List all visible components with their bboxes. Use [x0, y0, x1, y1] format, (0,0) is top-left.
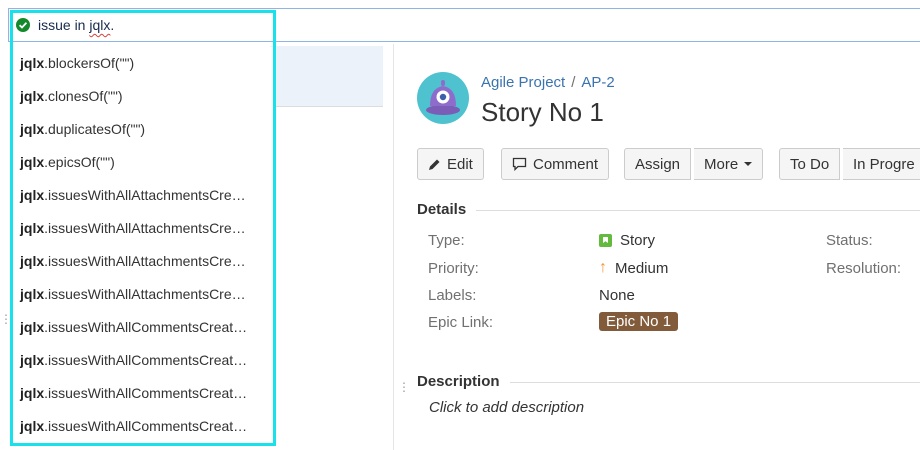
story-icon: [599, 234, 612, 247]
breadcrumb-separator: /: [571, 74, 576, 91]
arrow-up-icon: ↑: [599, 259, 607, 276]
selected-list-row[interactable]: [270, 46, 383, 106]
suggestion-item[interactable]: jqlx.issuesWithAllCommentsCreat…: [13, 377, 273, 410]
priority-value[interactable]: ↑ Medium: [599, 259, 668, 277]
epic-badge[interactable]: Epic No 1: [599, 312, 679, 331]
suggestion-prefix: jqlx: [20, 286, 45, 302]
query-word: jqlx: [89, 17, 111, 33]
description-placeholder[interactable]: Click to add description: [429, 399, 584, 416]
suggestion-prefix: jqlx: [20, 121, 45, 137]
panel-divider: [393, 44, 394, 450]
suggestion-rest: .blockersOf(""): [44, 55, 135, 71]
jql-query-text[interactable]: issue in jqlx .: [14, 14, 114, 36]
pencil-icon: [429, 159, 440, 170]
suggestion-rest: .issuesWithAllAttachmentsCre…: [44, 220, 246, 236]
suggestion-item[interactable]: jqlx.issuesWithAllAttachmentsCre…: [13, 278, 273, 311]
labels-label: Labels:: [428, 287, 477, 304]
todo-button[interactable]: To Do: [779, 148, 841, 180]
suggestion-prefix: jqlx: [20, 418, 45, 434]
suggestion-item[interactable]: jqlx.issuesWithAllCommentsCreat…: [13, 311, 273, 344]
suggestion-rest: .issuesWithAllCommentsCreat…: [44, 385, 248, 401]
suggestion-item[interactable]: jqlx.issuesWithAllAttachmentsCre…: [13, 179, 273, 212]
status-label: Status:: [826, 232, 873, 249]
suggestion-prefix: jqlx: [20, 154, 45, 170]
resolution-label: Resolution:: [826, 260, 902, 277]
priority-label: Priority:: [428, 260, 479, 277]
project-avatar[interactable]: [417, 72, 469, 124]
jql-search-input[interactable]: [8, 8, 920, 42]
suggestion-item[interactable]: jqlx.issuesWithAllAttachmentsCre…: [13, 245, 273, 278]
suggestion-prefix: jqlx: [20, 187, 45, 203]
suggestion-prefix: jqlx: [20, 319, 45, 335]
more-button[interactable]: More: [694, 148, 764, 180]
epic-link-value[interactable]: Epic No 1: [599, 312, 679, 331]
autocomplete-dropdown: jqlx.blockersOf("") jqlx.clonesOf("") jq…: [13, 47, 273, 443]
description-heading[interactable]: Description: [417, 373, 500, 390]
epic-link-label: Epic Link:: [428, 314, 494, 331]
suggestion-prefix: jqlx: [20, 55, 45, 71]
suggestion-rest: .issuesWithAllAttachmentsCre…: [44, 187, 246, 203]
suggestion-rest: .issuesWithAllAttachmentsCre…: [44, 286, 246, 302]
suggestion-prefix: jqlx: [20, 220, 45, 236]
description-divider: [510, 382, 920, 383]
type-label: Type:: [428, 232, 465, 249]
query-prefix: issue in: [38, 17, 90, 33]
suggestion-item[interactable]: jqlx.clonesOf(""): [13, 80, 273, 113]
suggestion-prefix: jqlx: [20, 88, 45, 104]
suggestion-rest: .issuesWithAllCommentsCreat…: [44, 418, 248, 434]
breadcrumb-project-link[interactable]: Agile Project: [481, 74, 565, 91]
in-progress-button[interactable]: In Progre: [843, 148, 920, 180]
suggestion-item[interactable]: jqlx.issuesWithAllCommentsCreat…: [13, 344, 273, 377]
assign-button[interactable]: Assign: [624, 148, 692, 180]
chevron-down-icon: [744, 162, 753, 166]
valid-check-icon: [16, 18, 30, 32]
query-suffix: .: [110, 17, 115, 33]
suggestion-rest: .duplicatesOf(""): [44, 121, 146, 137]
suggestion-item[interactable]: jqlx.duplicatesOf(""): [13, 113, 273, 146]
suggestion-item[interactable]: jqlx.issuesWithAllCommentsCreat…: [13, 410, 273, 443]
labels-value[interactable]: None: [599, 287, 635, 304]
comment-label: Comment: [533, 155, 599, 173]
suggestion-prefix: jqlx: [20, 352, 45, 368]
suggestion-item[interactable]: jqlx.issuesWithAllAttachmentsCre…: [13, 212, 273, 245]
suggestion-rest: .epicsOf(""): [44, 154, 115, 170]
suggestion-rest: .issuesWithAllAttachmentsCre…: [44, 253, 246, 269]
issue-title[interactable]: Story No 1: [481, 97, 604, 128]
comment-button[interactable]: Comment: [501, 148, 610, 180]
row-divider: [270, 106, 383, 107]
edit-label: Edit: [447, 155, 473, 173]
details-heading[interactable]: Details: [417, 201, 466, 218]
suggestion-item[interactable]: jqlx.blockersOf(""): [13, 47, 273, 80]
suggestion-rest: .issuesWithAllCommentsCreat…: [44, 352, 248, 368]
assign-label: Assign: [635, 155, 681, 173]
suggestion-rest: .issuesWithAllCommentsCreat…: [44, 319, 248, 335]
suggestion-item[interactable]: jqlx.epicsOf(""): [13, 146, 273, 179]
todo-label: To Do: [790, 155, 830, 173]
type-value[interactable]: Story: [599, 232, 655, 249]
suggestion-rest: .clonesOf(""): [44, 88, 123, 104]
section-drag-handle[interactable]: ⋮: [398, 380, 410, 394]
suggestion-prefix: jqlx: [20, 253, 45, 269]
type-value-text: Story: [620, 232, 656, 249]
breadcrumb-issue-key-link[interactable]: AP-2: [581, 74, 614, 91]
priority-value-text: Medium: [615, 259, 669, 277]
details-divider: [476, 210, 920, 211]
comment-icon: [512, 157, 527, 171]
resize-handle[interactable]: ⋮: [0, 312, 12, 326]
edit-button[interactable]: Edit: [417, 148, 484, 180]
more-label: More: [704, 155, 739, 173]
in-progress-label: In Progre: [853, 155, 915, 173]
suggestion-prefix: jqlx: [20, 385, 45, 401]
breadcrumb: Agile Project / AP-2: [481, 74, 615, 91]
